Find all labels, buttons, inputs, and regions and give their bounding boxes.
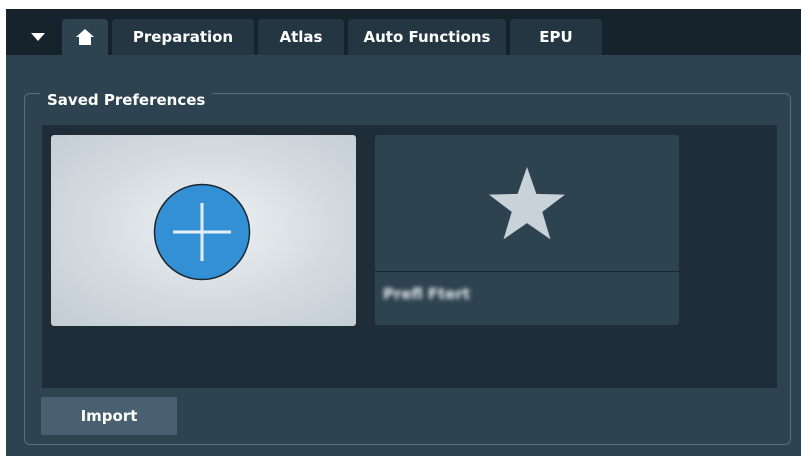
tile-divider — [375, 271, 679, 272]
tab-atlas[interactable]: Atlas — [258, 19, 344, 55]
home-icon — [76, 29, 94, 45]
menu-toggle-button[interactable] — [20, 19, 56, 55]
tab-auto-functions[interactable]: Auto Functions — [348, 19, 506, 55]
tab-home[interactable] — [62, 19, 108, 55]
preference-thumbnail — [375, 135, 679, 271]
tab-preparation[interactable]: Preparation — [112, 19, 254, 55]
caret-down-icon — [31, 33, 45, 41]
preferences-tiles-area: Prefl Ftert — [42, 125, 777, 388]
preference-name: Prefl Ftert — [383, 285, 471, 303]
app-window: Preparation Atlas Auto Functions EPU Sav… — [6, 9, 801, 456]
new-preference-tile[interactable] — [51, 135, 356, 326]
add-circle-icon — [153, 183, 251, 281]
tab-bar: Preparation Atlas Auto Functions EPU — [6, 9, 801, 55]
saved-preference-tile[interactable]: Prefl Ftert — [375, 135, 679, 325]
star-icon — [489, 167, 565, 240]
saved-preferences-title: Saved Preferences — [40, 90, 213, 110]
tab-epu[interactable]: EPU — [510, 19, 602, 55]
import-button[interactable]: Import — [41, 397, 177, 435]
